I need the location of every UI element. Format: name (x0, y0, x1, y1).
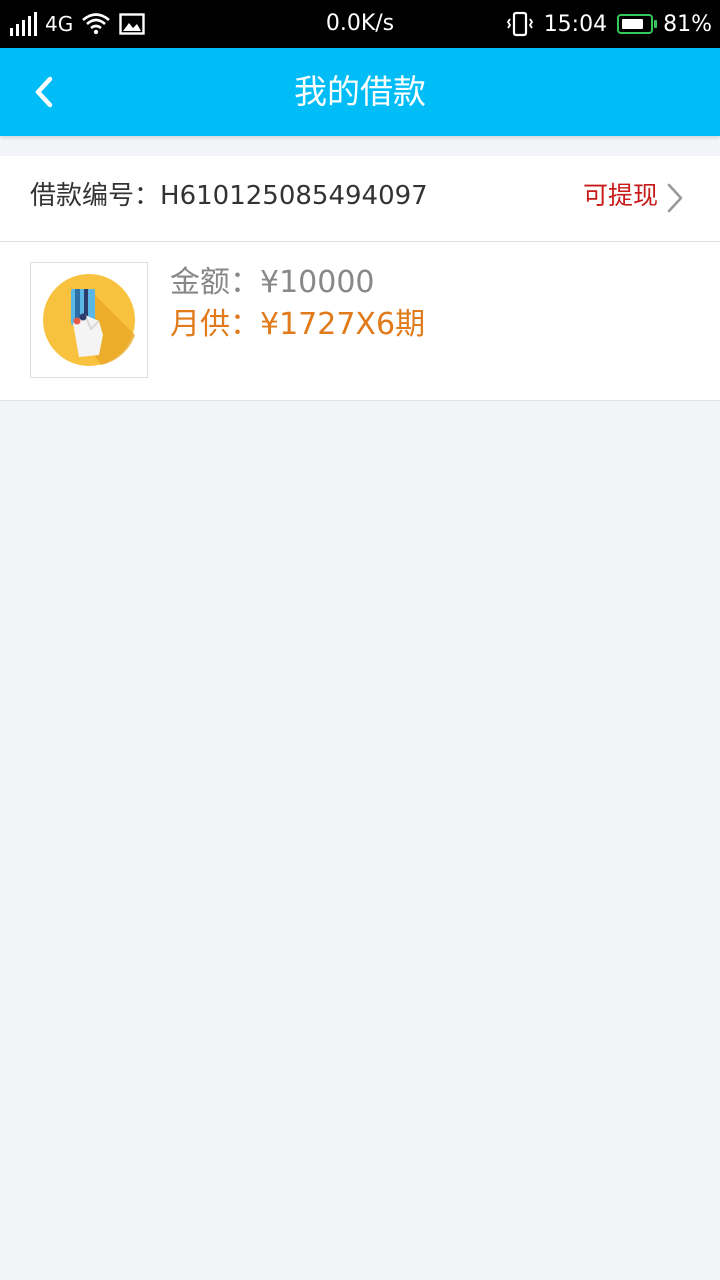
loan-detail-row[interactable]: 金额：¥10000 月供：¥1727X6期 (0, 242, 720, 400)
loan-number-row[interactable]: 借款编号：H610125085494097 可提现 (0, 156, 720, 242)
loan-number: 借款编号：H610125085494097 (30, 156, 428, 241)
monthly-payment: 月供：¥1727X6期 (170, 304, 425, 346)
clock: 15:04 (543, 11, 608, 37)
loan-number-value: H610125085494097 (160, 181, 428, 211)
monthly-value: ¥1727X6期 (260, 307, 426, 342)
loan-status[interactable]: 可提现 (583, 156, 658, 241)
amount-value: ¥10000 (260, 265, 375, 300)
status-bar: 4G 0.0K/s 15:04 81% (0, 0, 720, 48)
loan-card[interactable]: 借款编号：H610125085494097 可提现 金额：¥10000 月供：¥… (0, 156, 720, 401)
page-title: 我的借款 (294, 72, 426, 111)
loan-amount: 金额：¥10000 (170, 262, 375, 304)
monthly-label: 月供： (170, 307, 260, 342)
battery-icon (617, 14, 658, 34)
credit-card-hand-icon (43, 274, 135, 366)
amount-label: 金额： (170, 265, 260, 300)
battery-fill (622, 19, 644, 29)
status-bar-right: 15:04 81% (506, 0, 712, 48)
loan-thumbnail (30, 262, 148, 378)
loan-number-label: 借款编号： (30, 181, 161, 211)
vibrate-icon (506, 11, 533, 37)
app-header: 我的借款 (0, 48, 720, 136)
chevron-right-icon[interactable] (666, 182, 684, 214)
battery-percent: 81% (663, 11, 712, 37)
